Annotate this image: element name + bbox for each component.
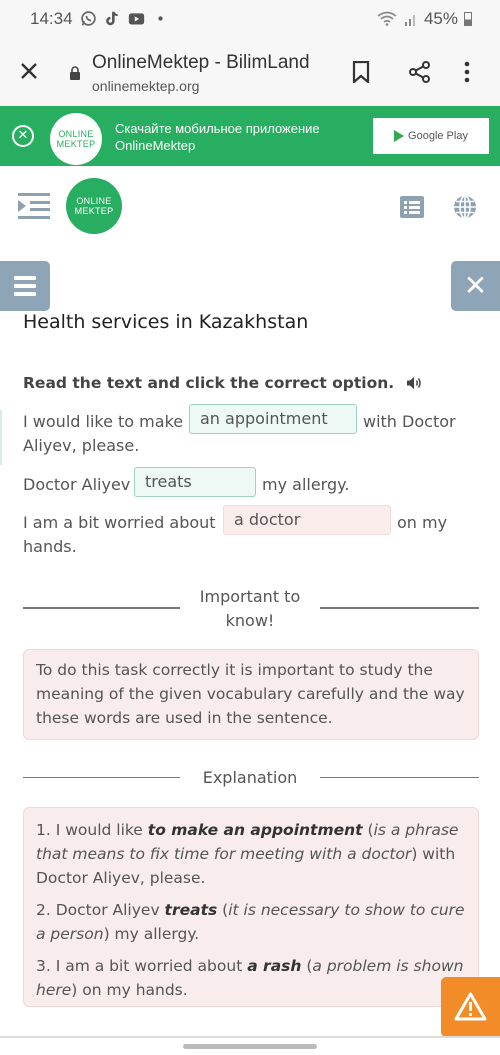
explanation-item-3: 3. I am a bit worried about a rash (a pr… <box>36 954 466 1002</box>
banner-logo-line2: MEKTEP <box>56 139 96 149</box>
signal-icon <box>404 15 415 26</box>
wifi-icon <box>377 11 397 26</box>
sentence-3-after: on my <box>397 513 448 532</box>
more-options-icon[interactable] <box>463 60 471 84</box>
sentence-1-after-line2: Aliyev, please. <box>23 436 140 455</box>
side-close-button[interactable]: ✕ <box>451 261 500 311</box>
answer-option-1[interactable]: an appointment <box>189 404 357 434</box>
answer-option-2[interactable]: treats <box>134 467 256 497</box>
banner-logo-line1: ONLINE <box>58 129 94 139</box>
menu-bar <box>14 276 36 280</box>
important-box: To do this task correctly it is importan… <box>23 649 479 740</box>
menu-bar <box>14 284 36 288</box>
menu-bar <box>14 292 36 296</box>
side-menu-button[interactable] <box>0 261 50 311</box>
banner-text-line2: OnlineMektep <box>115 138 196 153</box>
explanation-box: 1. I would like to make an appointment (… <box>23 807 479 1007</box>
important-divider: Important to know! <box>23 585 479 633</box>
important-heading-line1: Important to <box>199 587 301 606</box>
status-time: 14:34 <box>30 9 73 28</box>
expl-close: ) on my hands. <box>71 981 188 999</box>
answer-option-3[interactable]: a doctor <box>223 505 391 535</box>
share-icon[interactable] <box>408 60 432 84</box>
browser-bar: OnlineMektep - BilimLand onlinemektep.or… <box>0 40 500 106</box>
onlinemektep-logo[interactable]: ONLINE MEKTEP <box>66 178 122 234</box>
expl-open: ( <box>362 821 374 839</box>
youtube-icon <box>128 13 145 25</box>
expl-key: treats <box>164 901 218 919</box>
explanation-item-2: 2. Doctor Aliyev treats (it is necessary… <box>36 898 466 946</box>
sentence-3-after-line2: hands. <box>23 537 77 556</box>
sentence-1-after: with Doctor <box>363 412 456 431</box>
banner-close-button[interactable]: ✕ <box>12 125 34 147</box>
dot-icon <box>158 16 163 21</box>
banner-text: Скачайте мобильное приложение OnlineMekt… <box>115 120 320 154</box>
important-text: To do this task correctly it is importan… <box>36 661 465 727</box>
important-heading-line2: know! <box>225 611 275 630</box>
divider-line-left <box>23 607 180 609</box>
sidebar-toggle-icon[interactable] <box>18 192 50 220</box>
bottom-separator <box>0 1036 500 1038</box>
expl-key: a rash <box>247 957 302 975</box>
google-play-icon <box>394 130 405 142</box>
banner-logo: ONLINE MEKTEP <box>50 113 102 165</box>
globe-icon[interactable] <box>453 195 477 219</box>
logo-line1: ONLINE <box>76 196 112 206</box>
divider-line-right <box>320 777 479 778</box>
report-problem-button[interactable] <box>441 977 500 1037</box>
whatsapp-icon <box>81 11 96 26</box>
expl-prefix: 2. Doctor Aliyev <box>36 901 165 919</box>
left-edge-marker <box>0 410 2 465</box>
expl-close: ) my allergy. <box>103 925 200 943</box>
battery-icon <box>464 12 472 26</box>
google-play-button[interactable]: Google Play <box>373 118 489 154</box>
divider-line-right <box>320 607 479 609</box>
app-download-banner: ✕ ONLINE MEKTEP Скачайте мобильное прило… <box>0 106 500 166</box>
banner-text-line1: Скачайте мобильное приложение <box>115 121 320 136</box>
lock-icon <box>70 66 80 80</box>
expl-key: to make an appointment <box>147 821 363 839</box>
important-heading: Important to know! <box>180 585 320 633</box>
browser-page-title: OnlineMektep - BilimLand <box>92 52 310 73</box>
instruction: Read the text and click the correct opti… <box>23 374 422 392</box>
home-indicator[interactable] <box>183 1044 317 1049</box>
instruction-text: Read the text and click the correct opti… <box>23 374 395 392</box>
expl-open: ( <box>217 901 229 919</box>
browser-url[interactable]: onlinemektep.org <box>92 78 199 94</box>
tiktok-icon <box>106 11 118 26</box>
status-right: 45% <box>376 9 472 29</box>
close-tab-icon[interactable] <box>18 60 40 82</box>
expl-open: ( <box>301 957 313 975</box>
status-bar: 14:34 45% <box>0 0 500 40</box>
expl-prefix: 1. I would like <box>36 821 148 839</box>
speaker-icon[interactable] <box>406 376 422 390</box>
sentence-2-after: my allergy. <box>262 475 350 494</box>
logo-line2: MEKTEP <box>74 206 114 216</box>
google-play-label: Google Play <box>408 130 468 142</box>
list-icon[interactable] <box>400 196 424 218</box>
app-header: ONLINE MEKTEP <box>0 166 500 250</box>
bookmark-icon[interactable] <box>352 61 370 83</box>
warning-icon <box>454 992 487 1021</box>
explanation-heading: Explanation <box>202 768 298 787</box>
battery-percent: 45% <box>423 9 458 28</box>
notification-icons <box>80 10 169 27</box>
divider-line-left <box>23 777 180 778</box>
explanation-item-1: 1. I would like to make an appointment (… <box>36 818 466 890</box>
page-title: Health services in Kazakhstan <box>23 311 309 333</box>
explanation-divider: Explanation <box>23 766 479 790</box>
expl-prefix: 3. I am a bit worried about <box>36 957 248 975</box>
